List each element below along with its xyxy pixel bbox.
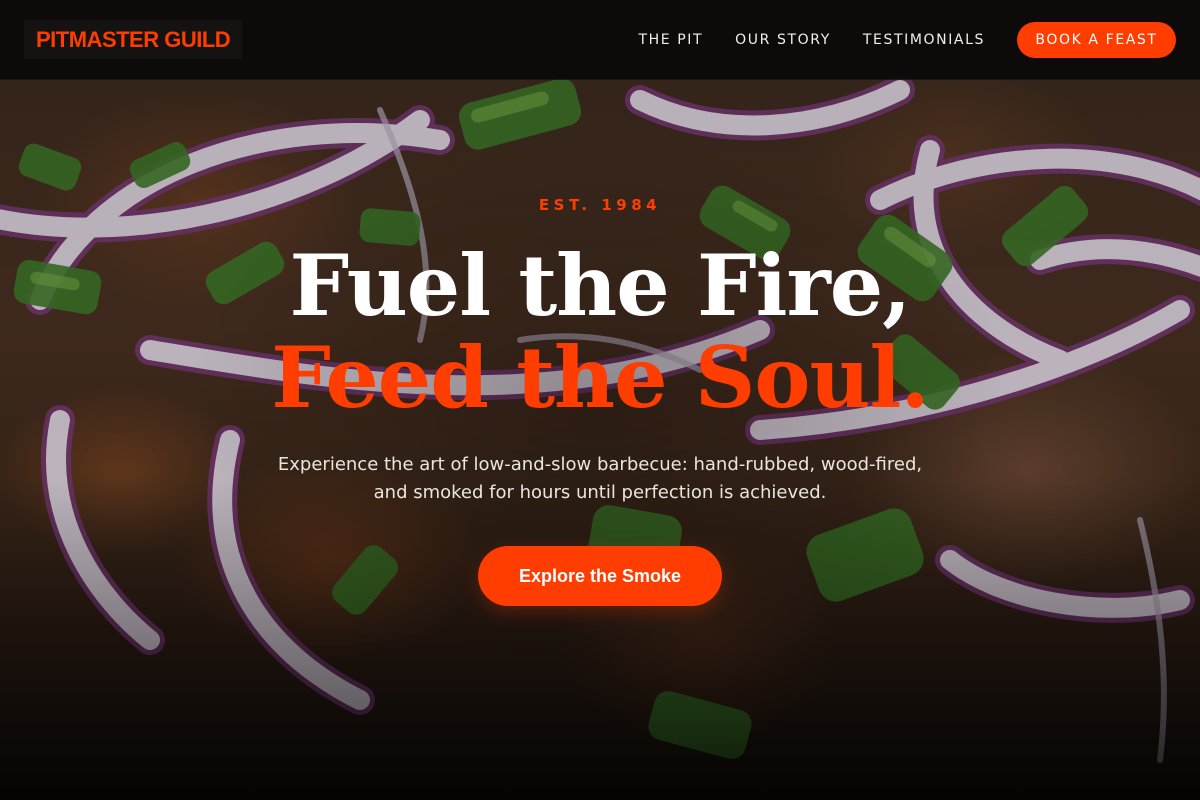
primary-nav: THE PIT OUR STORY TESTIMONIALS: [638, 0, 985, 80]
explore-the-smoke-button[interactable]: Explore the Smoke: [478, 546, 722, 606]
nav-link-testimonials[interactable]: TESTIMONIALS: [863, 32, 985, 48]
established-label: EST. 1984: [538, 196, 662, 214]
headline-line-1: Fuel the Fire,: [289, 236, 912, 335]
nav-link-the-pit[interactable]: THE PIT: [638, 32, 703, 48]
nav-link-our-story[interactable]: OUR STORY: [735, 32, 831, 48]
top-navigation-bar: PITMASTER GUILD THE PIT OUR STORY TESTIM…: [0, 0, 1200, 80]
hero-headline: Fuel the Fire, Feed the Soul.: [0, 240, 1200, 424]
hero-description: Experience the art of low-and-slow barbe…: [277, 454, 923, 503]
book-a-feast-button[interactable]: BOOK A FEAST: [1017, 22, 1176, 58]
headline-line-2: Feed the Soul.: [271, 328, 929, 427]
brand-logo[interactable]: PITMASTER GUILD: [24, 20, 243, 59]
